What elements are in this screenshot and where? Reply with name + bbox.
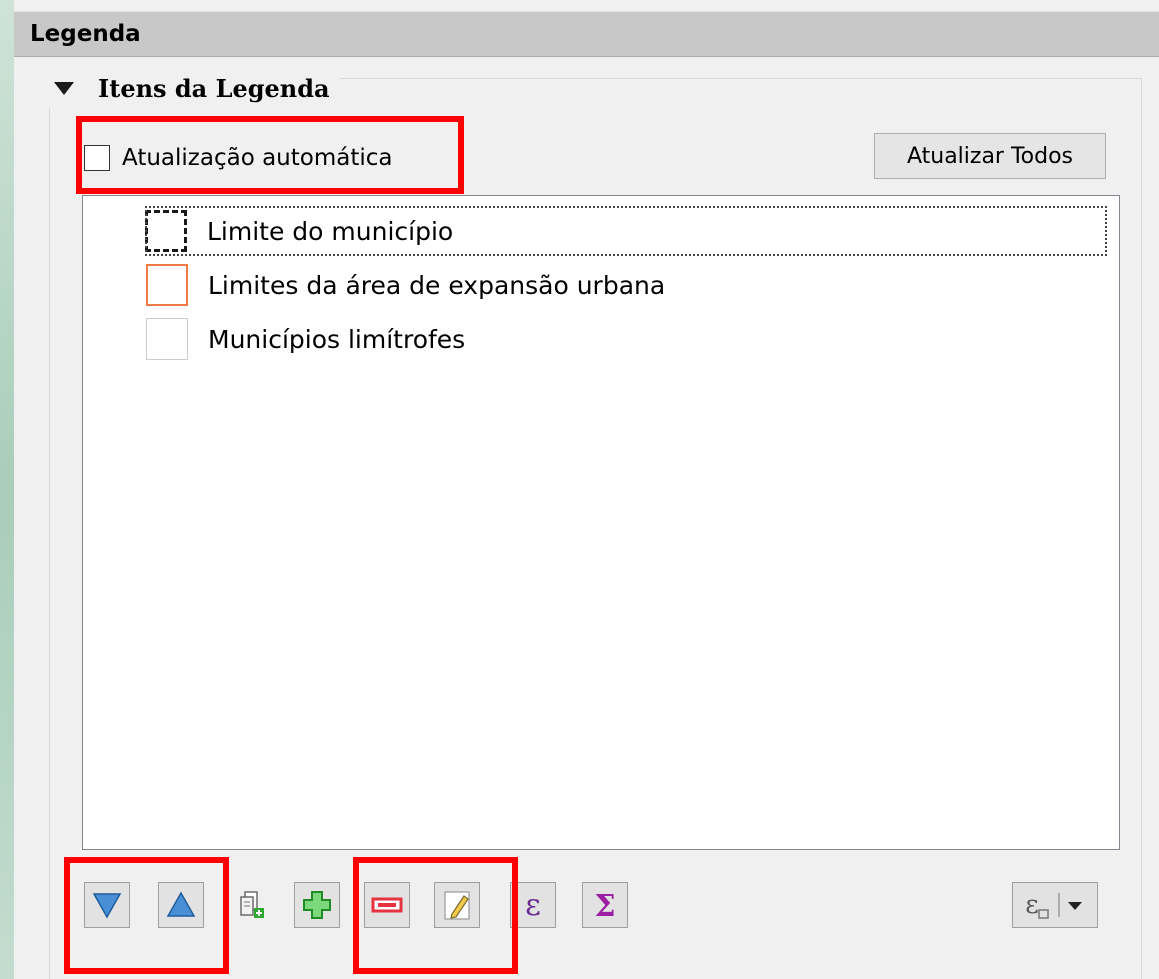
chevron-down-icon: [1068, 902, 1082, 910]
pencil-icon: [444, 891, 470, 920]
plus-icon: [303, 891, 331, 919]
arrow-up-icon: [166, 891, 196, 917]
auto-update-checkbox-row[interactable]: Atualização automática: [84, 138, 393, 178]
epsilon-glyph: ε: [525, 888, 541, 922]
sigma-icon: Σ: [594, 889, 615, 922]
dashed-outline-symbol-icon: [145, 210, 187, 252]
add-item-button[interactable]: [294, 882, 340, 928]
group-title: Itens da Legenda: [98, 73, 330, 103]
add-group-icon: [240, 891, 264, 918]
orange-outline-symbol-icon: [146, 264, 188, 306]
move-up-button[interactable]: [158, 882, 204, 928]
update-all-button[interactable]: Atualizar Todos: [874, 133, 1106, 179]
expression-glyph: ε: [1025, 890, 1038, 920]
sum-expression-button[interactable]: Σ: [582, 882, 628, 928]
expression-button[interactable]: ε: [510, 882, 556, 928]
group-header-toggle[interactable]: Itens da Legenda: [40, 68, 340, 108]
expression-dropdown-button[interactable]: ε: [1012, 882, 1098, 928]
window-edge-strip: [0, 0, 14, 979]
legend-item[interactable]: Municípios limítrofes: [146, 314, 465, 364]
legend-item[interactable]: Limites da área de expansão urbana: [146, 260, 665, 310]
panel-title: Legenda: [30, 21, 141, 47]
legend-toolbar: ε Σ ε: [82, 862, 1120, 972]
legend-item[interactable]: Limite do município: [145, 206, 1107, 256]
sigma-glyph: Σ: [594, 889, 615, 922]
expression-dropdown-icon: ε: [1025, 890, 1082, 920]
epsilon-icon: ε: [525, 888, 541, 922]
arrow-down-icon: [92, 893, 122, 919]
legend-items-list[interactable]: Limite do município Limites da área de e…: [82, 195, 1120, 850]
grey-outline-symbol-icon: [146, 318, 188, 360]
auto-update-label[interactable]: Atualização automática: [122, 145, 393, 171]
remove-item-button[interactable]: [364, 882, 410, 928]
move-down-button[interactable]: [84, 882, 130, 928]
auto-update-checkbox[interactable]: [84, 145, 110, 171]
add-group-button[interactable]: [230, 882, 276, 928]
edit-item-button[interactable]: [434, 882, 480, 928]
legend-item-label: Municípios limítrofes: [208, 324, 466, 354]
collapse-triangle-icon[interactable]: [54, 81, 74, 95]
legend-item-label: Limites da área de expansão urbana: [208, 270, 666, 300]
minus-icon: [371, 897, 403, 913]
panel-header: Legenda: [14, 11, 1159, 57]
legend-item-label: Limite do município: [207, 216, 454, 246]
